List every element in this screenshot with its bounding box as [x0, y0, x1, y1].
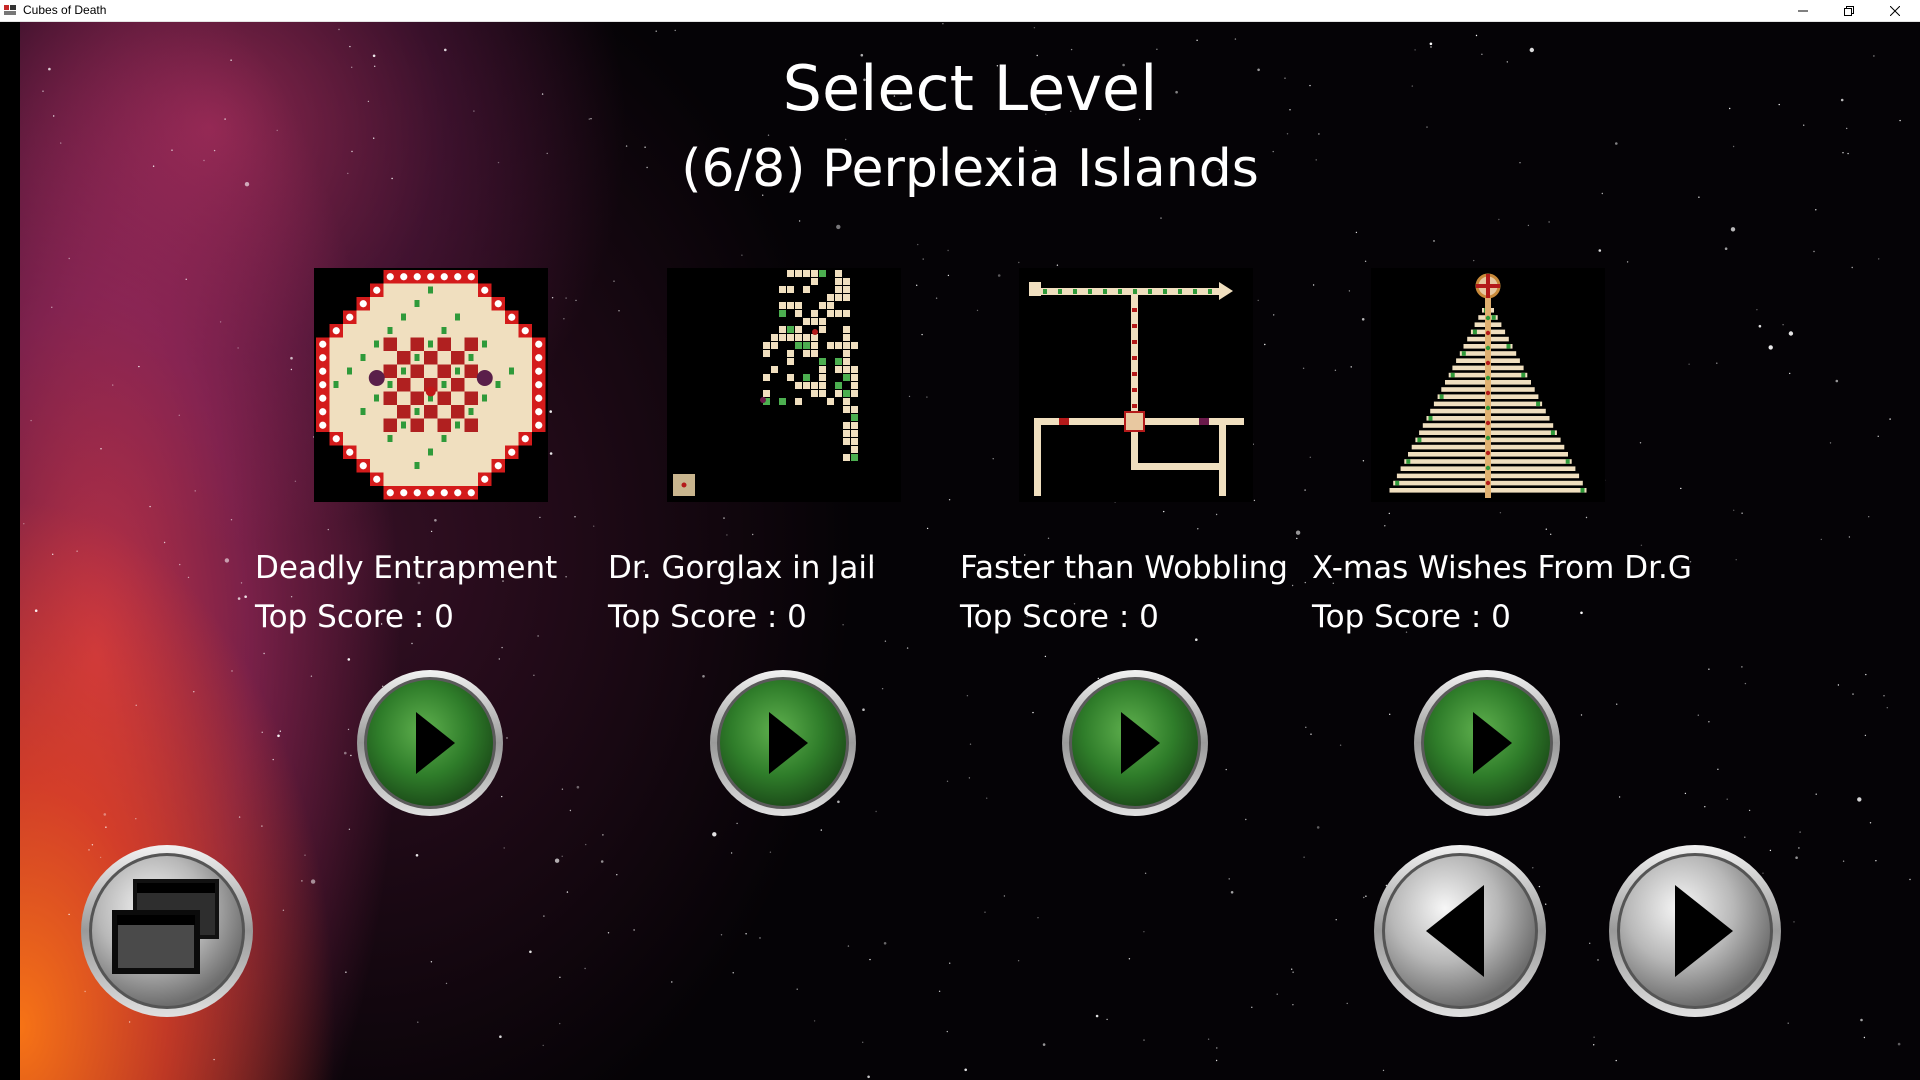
close-button[interactable]: [1872, 0, 1918, 22]
level-name: Deadly Entrapment: [255, 550, 558, 586]
app-icon: [3, 3, 17, 17]
level-name: Faster than Wobbling: [960, 550, 1288, 586]
level-card: X-mas Wishes From Dr.G Top Score : 0: [1312, 268, 1692, 828]
play-level-button[interactable]: [1060, 668, 1210, 818]
minimize-icon: [1798, 10, 1808, 12]
level-top-score: Top Score : 0: [608, 599, 807, 635]
close-icon: [1890, 6, 1900, 16]
game-viewport: Select Level (6/8) Perplexia Islands Dea…: [0, 22, 1920, 1080]
previous-page-button[interactable]: [1372, 843, 1548, 1019]
level-name: X-mas Wishes From Dr.G: [1312, 550, 1692, 586]
level-thumbnail-faster-than-wobbling[interactable]: [1019, 268, 1253, 502]
level-thumbnail-xmas-wishes[interactable]: [1371, 268, 1605, 502]
play-level-button[interactable]: [708, 668, 858, 818]
level-card: Deadly Entrapment Top Score : 0: [255, 268, 585, 828]
level-name: Dr. Gorglax in Jail: [608, 550, 876, 586]
next-page-button[interactable]: [1607, 843, 1783, 1019]
restore-button[interactable]: [1826, 0, 1872, 22]
level-card: Dr. Gorglax in Jail Top Score : 0: [608, 268, 938, 828]
window-titlebar: Cubes of Death: [0, 0, 1920, 22]
level-top-score: Top Score : 0: [1312, 599, 1511, 635]
level-thumbnail-dr-gorglax-in-jail[interactable]: [667, 268, 901, 502]
level-top-score: Top Score : 0: [960, 599, 1159, 635]
restore-icon: [1844, 6, 1854, 16]
page-title: Select Level: [782, 52, 1158, 125]
play-level-button[interactable]: [355, 668, 505, 818]
play-level-button[interactable]: [1412, 668, 1562, 818]
level-top-score: Top Score : 0: [255, 599, 454, 635]
viewport-edge: [0, 22, 20, 1080]
level-card: Faster than Wobbling Top Score : 0: [960, 268, 1290, 828]
windowed-mode-button[interactable]: [79, 843, 255, 1019]
minimize-button[interactable]: [1780, 0, 1826, 22]
window-title: Cubes of Death: [23, 3, 107, 17]
level-thumbnail-deadly-entrapment[interactable]: [314, 268, 548, 502]
world-title: (6/8) Perplexia Islands: [681, 139, 1259, 199]
